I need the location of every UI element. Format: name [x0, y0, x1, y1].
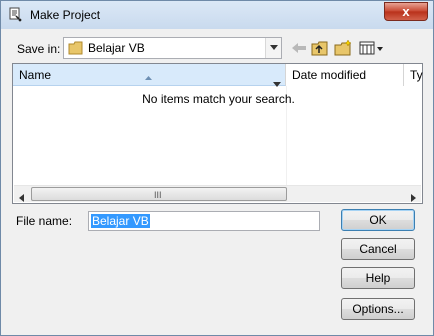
save-in-dropdown[interactable]: Belajar VB [63, 37, 282, 59]
scroll-right-icon[interactable] [411, 191, 416, 205]
close-button[interactable]: x [384, 2, 428, 21]
back-arrow-icon[interactable] [289, 39, 309, 57]
sort-ascending-icon [145, 65, 152, 87]
make-project-dialog: Make Project x Save in: Belajar VB Name … [0, 0, 434, 336]
column-header-date-modified[interactable]: Date modified [286, 64, 404, 86]
file-name-value: Belajar VB [91, 214, 150, 228]
new-folder-icon[interactable] [333, 39, 353, 57]
column-header-date-label: Date modified [292, 68, 367, 82]
options-button[interactable]: Options... [341, 298, 415, 320]
horizontal-scrollbar[interactable]: III [14, 185, 421, 202]
help-button[interactable]: Help [341, 267, 415, 289]
folder-icon [68, 41, 84, 55]
scrollbar-grip: III [154, 190, 162, 200]
empty-message: No items match your search. [142, 92, 295, 106]
column-header-name-label: Name [19, 68, 52, 82]
up-folder-icon[interactable] [310, 39, 330, 57]
chevron-down-icon[interactable] [273, 72, 281, 94]
scrollbar-thumb[interactable]: III [31, 187, 287, 201]
title-bar[interactable]: Make Project x [1, 1, 433, 29]
make-project-icon [8, 7, 24, 23]
column-header-name[interactable]: Name [13, 64, 286, 87]
save-in-label: Save in: [17, 42, 61, 56]
view-menu-icon[interactable] [358, 39, 386, 57]
window-title: Make Project [30, 8, 101, 22]
column-header-type[interactable]: Ty [404, 64, 423, 86]
file-name-label: File name: [16, 214, 73, 228]
file-list[interactable]: Name Date modified Ty No items match you… [12, 63, 423, 204]
save-in-value: Belajar VB [88, 41, 145, 55]
ok-button[interactable]: OK [341, 209, 415, 231]
column-header-type-label: Ty [410, 68, 423, 82]
chevron-down-icon[interactable] [265, 38, 281, 58]
scroll-left-icon[interactable] [19, 191, 24, 205]
file-name-input[interactable]: Belajar VB [88, 211, 320, 231]
cancel-button[interactable]: Cancel [341, 238, 415, 260]
